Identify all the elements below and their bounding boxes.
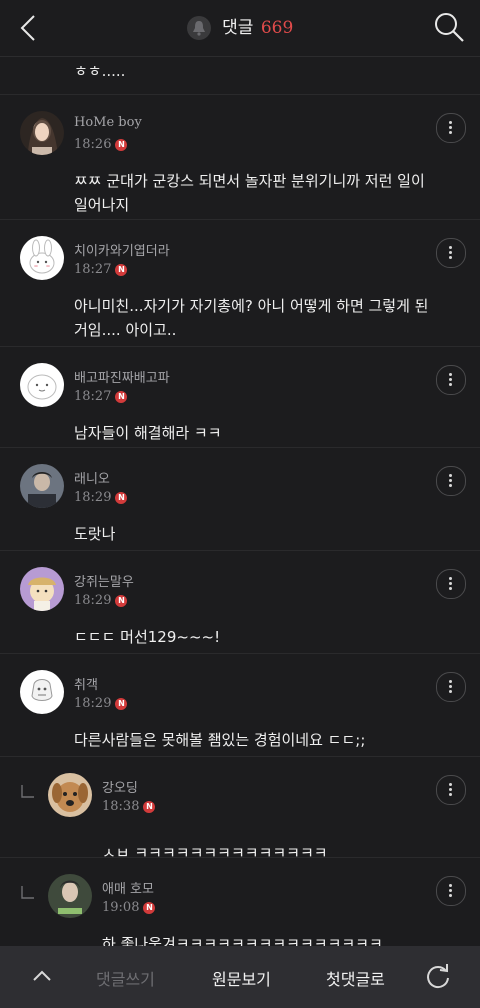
reply-body: 하 좋나웃겨ㅋㅋㅋㅋㅋㅋㅋㅋㅋㅋㅋㅋㅋㅋㅋ: [102, 935, 383, 946]
bell-icon[interactable]: [186, 16, 211, 40]
new-badge: N: [115, 492, 128, 504]
new-badge: N: [143, 801, 156, 813]
avatar[interactable]: [20, 464, 64, 508]
reply-arrow-icon: [21, 886, 34, 899]
chevron-up-icon[interactable]: [30, 964, 54, 988]
comment-author[interactable]: 치이카와기엽더라: [74, 240, 170, 259]
comment-body: ㅉㅉ 군대가 군캉스 되면서 놀자판 분위기니까 저런 일이 일어나지: [74, 172, 425, 214]
page-title: 댓글: [222, 18, 254, 38]
time-text: 18:27: [74, 262, 112, 277]
more-options-icon[interactable]: [436, 466, 466, 496]
comment-time: 18:29 N: [74, 696, 128, 711]
new-badge: N: [143, 902, 156, 914]
more-options-icon[interactable]: [436, 569, 466, 599]
bottom-toolbar: 댓글쓰기 원문보기 첫댓글로: [0, 946, 480, 1008]
avatar[interactable]: [20, 363, 64, 407]
more-options-icon[interactable]: [436, 238, 466, 268]
reply-time: 18:38 N: [102, 799, 156, 814]
comment-item: 래니오 18:29 N 도랏나: [0, 448, 480, 551]
time-text: 18:29: [74, 696, 112, 711]
reply-body: ㅅㅂ ㅋㅋㅋㅋㅋㅋㅋㅋㅋㅋㅋㅋㅋㅋ: [102, 844, 328, 858]
time-text: 18:29: [74, 593, 112, 608]
new-badge: N: [115, 698, 128, 710]
time-text: 18:38: [102, 799, 140, 814]
comment-time: 18:29 N: [74, 490, 128, 505]
comment-author[interactable]: 취객: [74, 674, 98, 693]
comment-item: 취객 18:29 N 다른사람들은 못해볼 좸있는 경험이네요 ㄷㄷ;;: [0, 654, 480, 757]
avatar[interactable]: [48, 773, 92, 817]
new-badge: N: [115, 139, 128, 151]
reply-arrow-icon: [21, 785, 34, 798]
search-icon[interactable]: [432, 10, 466, 44]
comment-time: 18:27 N: [74, 262, 128, 277]
reply-item: 강오딩 18:38 N ㅅㅂ ㅋㅋㅋㅋㅋㅋㅋㅋㅋㅋㅋㅋㅋㅋ: [0, 757, 480, 858]
partial-comment: ㅎㅎ.....: [0, 56, 480, 95]
avatar[interactable]: [20, 111, 64, 155]
time-text: 19:08: [102, 900, 140, 915]
more-options-icon[interactable]: [436, 672, 466, 702]
comment-body: ㄷㄷㄷ 머선129~~~!: [74, 628, 221, 646]
comment-time: 18:27 N: [74, 389, 128, 404]
view-original-button[interactable]: 원문보기: [212, 966, 271, 990]
comment-author[interactable]: HoMe boy: [74, 115, 142, 130]
comment-body: 다른사람들은 못해볼 좸있는 경험이네요 ㄷㄷ;;: [74, 731, 366, 749]
avatar[interactable]: [48, 874, 92, 918]
comment-author[interactable]: 래니오: [74, 468, 110, 487]
comment-list[interactable]: ㅎㅎ..... HoMe boy 18:26 N ㅉㅉ 군대가 군캉스 되면서 놀…: [0, 56, 480, 946]
time-text: 18:26: [74, 137, 112, 152]
reply-author[interactable]: 강오딩: [102, 777, 138, 796]
header-title-group: 댓글 669: [0, 14, 480, 42]
more-options-icon[interactable]: [436, 365, 466, 395]
comment-time: 18:29 N: [74, 593, 128, 608]
reply-time: 19:08 N: [102, 900, 156, 915]
header-bar: 댓글 669: [0, 0, 480, 57]
new-badge: N: [115, 391, 128, 403]
comment-body: ㅎㅎ.....: [74, 62, 126, 80]
comment-author[interactable]: 배고파진짜배고파: [74, 367, 170, 386]
avatar[interactable]: [20, 236, 64, 280]
more-options-icon[interactable]: [436, 775, 466, 805]
comment-count: 669: [260, 18, 294, 38]
comment-item: 강쥐는말우 18:29 N ㄷㄷㄷ 머선129~~~!: [0, 551, 480, 654]
more-options-icon[interactable]: [436, 876, 466, 906]
comment-body: 도랏나: [74, 525, 116, 543]
reply-item: 애매 호모 19:08 N 하 좋나웃겨ㅋㅋㅋㅋㅋㅋㅋㅋㅋㅋㅋㅋㅋㅋㅋ: [0, 858, 480, 946]
avatar[interactable]: [20, 567, 64, 611]
write-comment-button[interactable]: 댓글쓰기: [96, 966, 155, 990]
comment-item: 배고파진짜배고파 18:27 N 남자들이 해결해라 ㅋㅋ: [0, 347, 480, 448]
new-badge: N: [115, 264, 128, 276]
first-comment-button[interactable]: 첫댓글로: [326, 966, 385, 990]
comment-item: 치이카와기엽더라 18:27 N 아니미친...자기가 자기총에? 아니 어떻게 …: [0, 220, 480, 347]
time-text: 18:27: [74, 389, 112, 404]
comment-time: 18:26 N: [74, 137, 128, 152]
refresh-icon[interactable]: [424, 962, 452, 990]
comment-body: 아니미친...자기가 자기총에? 아니 어떻게 하면 그렇게 된거임.... 아…: [74, 297, 429, 339]
new-badge: N: [115, 595, 128, 607]
avatar[interactable]: [20, 670, 64, 714]
reply-author[interactable]: 애매 호모: [102, 878, 154, 897]
time-text: 18:29: [74, 490, 112, 505]
comment-body: 남자들이 해결해라 ㅋㅋ: [74, 424, 222, 442]
comment-item: HoMe boy 18:26 N ㅉㅉ 군대가 군캉스 되면서 놀자판 분위기니까…: [0, 95, 480, 220]
comment-author[interactable]: 강쥐는말우: [74, 571, 134, 590]
more-options-icon[interactable]: [436, 113, 466, 143]
